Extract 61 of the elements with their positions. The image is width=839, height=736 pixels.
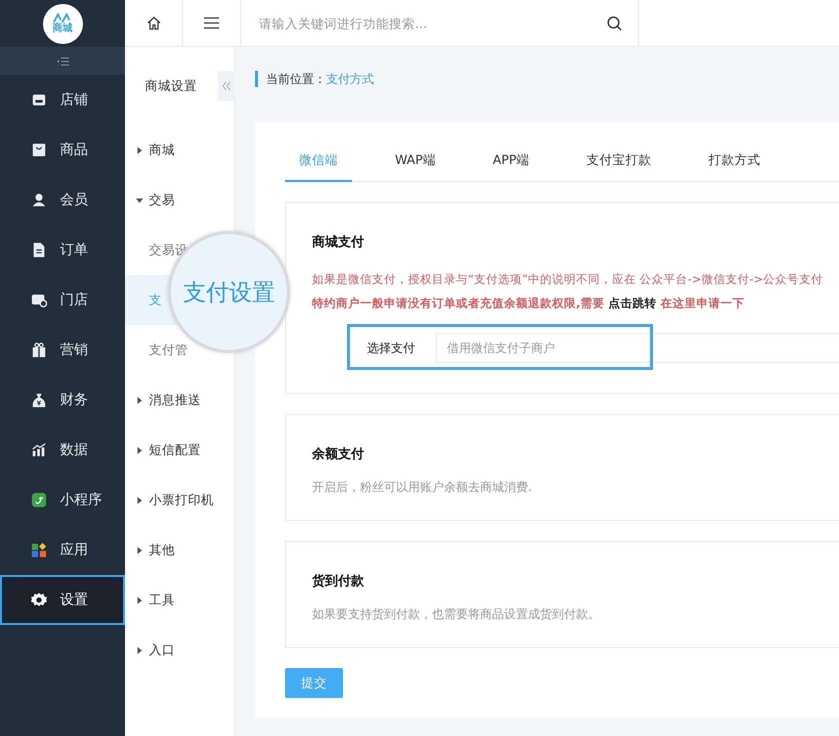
caret-right-icon bbox=[136, 496, 143, 504]
caret-right-icon bbox=[136, 546, 143, 554]
field-label: 选择支付 bbox=[367, 340, 416, 356]
section-description: 如果要支持货到付款，也需要将商品设置成货到付款。 bbox=[312, 606, 601, 623]
subnav-item[interactable]: 其他 bbox=[125, 525, 234, 575]
tab[interactable]: 支付宝打款 bbox=[572, 144, 666, 182]
logo-text: 商城 bbox=[52, 23, 72, 34]
notice-text: 如果是微信支付，授权目录与“支付选项”中的说明不同，应在 公众平台->微信支付->公众号支付 bbox=[312, 271, 824, 288]
caret-right-icon bbox=[136, 596, 143, 604]
tab[interactable]: 打款方式 bbox=[694, 144, 774, 182]
tray-icon bbox=[31, 92, 47, 108]
subnav-item[interactable]: 入口 bbox=[125, 625, 234, 675]
search-icon[interactable] bbox=[607, 16, 622, 30]
user-icon bbox=[31, 192, 47, 208]
sidebar-item[interactable]: 应用 bbox=[0, 525, 125, 575]
home-icon bbox=[146, 16, 160, 30]
subnav-item[interactable]: 消息推送 bbox=[125, 375, 234, 425]
sidebar-item[interactable]: 订单 bbox=[0, 225, 125, 275]
sidebar-item[interactable]: 财务 bbox=[0, 375, 125, 425]
subnav-title: 商城设置 bbox=[144, 77, 198, 95]
settings-icon bbox=[31, 592, 47, 608]
bag-icon bbox=[31, 142, 47, 158]
caret-right-icon bbox=[136, 396, 143, 404]
section-title: 货到付款 bbox=[312, 573, 365, 590]
sidebar-item[interactable]: 商品 bbox=[0, 125, 125, 175]
subnav-item[interactable]: 交易 bbox=[125, 175, 234, 225]
tab[interactable]: APP端 bbox=[478, 144, 544, 182]
app-tile-icon bbox=[31, 492, 47, 508]
select-field[interactable]: 借用微信支付子商户 bbox=[436, 333, 839, 363]
caret-down-icon bbox=[136, 196, 143, 204]
jump-link[interactable]: 点击跳转 bbox=[608, 296, 656, 310]
sidebar-item[interactable]: 设置 bbox=[0, 575, 125, 625]
sidebar-item[interactable]: 数据 bbox=[0, 425, 125, 475]
subnav-item[interactable]: 工具 bbox=[125, 575, 234, 625]
double-chevron-left-icon bbox=[222, 82, 231, 90]
squares-icon bbox=[31, 542, 47, 558]
sidebar-item[interactable]: 小程序 bbox=[0, 475, 125, 525]
bar-chart-icon bbox=[31, 442, 47, 458]
tab[interactable]: WAP端 bbox=[381, 144, 450, 182]
caret-right-icon bbox=[136, 446, 143, 454]
sidebar-item[interactable]: 营销 bbox=[0, 325, 125, 375]
sidebar-item[interactable]: 门店 bbox=[0, 275, 125, 325]
document-icon bbox=[31, 242, 47, 258]
collapse-tab[interactable] bbox=[218, 71, 235, 101]
section-description: 开启后，粉丝可以用账户余额去商城消费. bbox=[312, 479, 533, 496]
caret-right-icon bbox=[136, 146, 143, 154]
breadcrumb-label: 当前位置： bbox=[266, 70, 326, 88]
section-title: 商城支付 bbox=[312, 234, 365, 251]
money-bag-icon bbox=[31, 392, 47, 408]
menu-icon bbox=[204, 17, 219, 29]
sidebar-item[interactable]: 店铺 bbox=[0, 75, 125, 125]
section-title: 余额支付 bbox=[312, 446, 365, 463]
notice-text: 特约商户一般申请没有订单或者充值余额退款权限,需要 点击跳转 在这里申请一下 bbox=[312, 295, 746, 312]
subnav-item[interactable]: 小票打印机 bbox=[125, 475, 234, 525]
gift-icon bbox=[31, 342, 47, 358]
subnav-item[interactable]: 商城 bbox=[125, 125, 234, 175]
caret-right-icon bbox=[136, 646, 143, 654]
subnav-item[interactable]: 短信配置 bbox=[125, 425, 234, 475]
storefront-icon bbox=[31, 292, 47, 308]
sidebar-item[interactable]: 会员 bbox=[0, 175, 125, 225]
collapse-icon bbox=[56, 56, 68, 66]
